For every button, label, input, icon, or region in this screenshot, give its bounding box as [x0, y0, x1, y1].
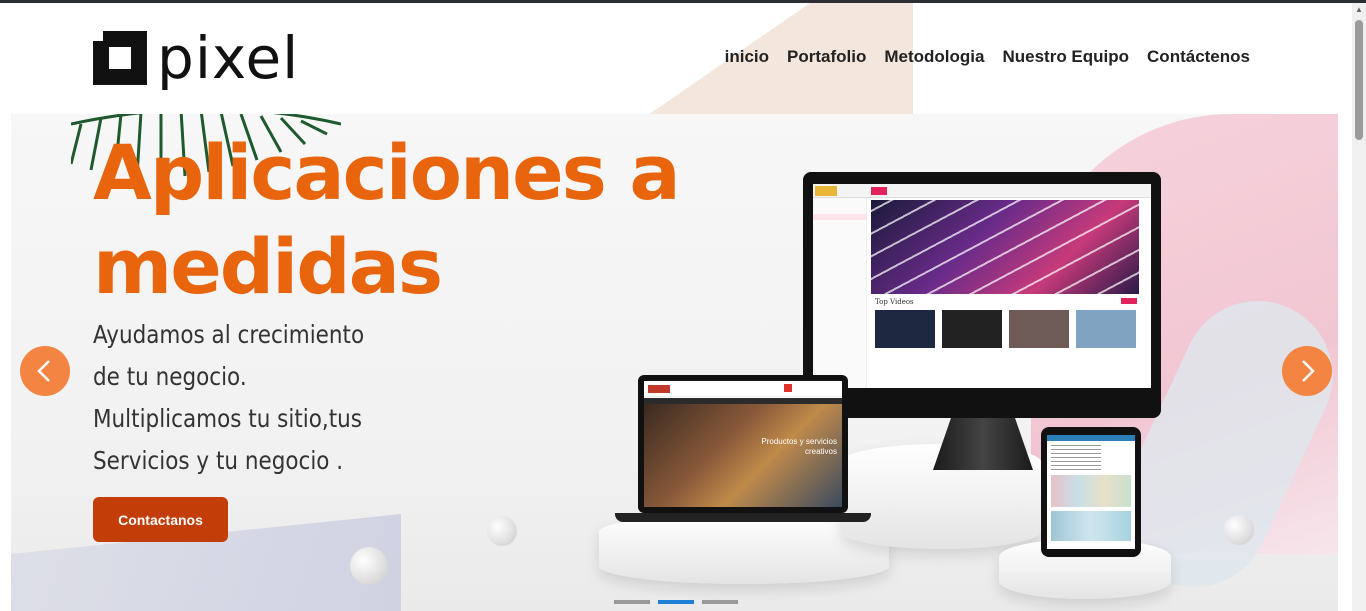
- contact-button[interactable]: Contactanos: [93, 497, 228, 542]
- nav-item-metodologia[interactable]: Metodologia: [884, 47, 984, 67]
- hero-title-line: medidas: [93, 222, 443, 311]
- sphere-decoration: [1224, 515, 1254, 545]
- hero-carousel: Aplicaciones a medidas Ayudamos al creci…: [11, 114, 1338, 611]
- laptop-mockup: Productos y servicios creativos: [638, 375, 848, 513]
- carousel-prev-button[interactable]: [20, 346, 70, 396]
- hero-subtitle-line: Ayudamos al crecimiento: [93, 320, 365, 349]
- carousel-indicator[interactable]: [614, 600, 650, 604]
- tablet-screen-content: [1047, 435, 1135, 549]
- logo[interactable]: pixel: [93, 24, 300, 92]
- carousel-indicator-active[interactable]: [658, 600, 694, 604]
- nav-item-nuestro-equipo[interactable]: Nuestro Equipo: [1002, 47, 1129, 67]
- sphere-decoration: [350, 547, 388, 585]
- laptop-base: [615, 513, 871, 522]
- imac-mockup: Top Videos: [803, 172, 1161, 418]
- scroll-up-icon[interactable]: ▲: [1355, 6, 1363, 14]
- logo-text: pixel: [157, 24, 300, 92]
- logo-icon: [93, 31, 147, 85]
- imac-stand: [933, 418, 1033, 470]
- hero-subtitle-line: de tu negocio.: [93, 362, 247, 391]
- laptop-screen-content: Productos y servicios creativos: [644, 381, 842, 507]
- nav-item-inicio[interactable]: inicio: [725, 47, 769, 67]
- tablet-mockup: [1041, 427, 1141, 557]
- nav-item-portafolio[interactable]: Portafolio: [787, 47, 866, 67]
- main-nav: inicio Portafolio Metodologia Nuestro Eq…: [725, 47, 1250, 67]
- nav-item-contactenos[interactable]: Contáctenos: [1147, 47, 1250, 67]
- carousel-next-button[interactable]: [1282, 346, 1332, 396]
- scrollbar[interactable]: ▲: [1352, 3, 1366, 611]
- hero-title-line: Aplicaciones a: [93, 128, 681, 217]
- hero-title: Aplicaciones a medidas: [93, 126, 681, 314]
- chevron-left-icon: [37, 360, 50, 382]
- hero-subtitle-line: Servicios y tu negocio .: [93, 446, 344, 475]
- chevron-right-icon: [1302, 360, 1315, 382]
- imac-screen-content: Top Videos: [813, 184, 1151, 388]
- site-header: pixel inicio Portafolio Metodologia Nues…: [0, 3, 1352, 113]
- laptop-caption: Productos y servicios creativos: [761, 437, 837, 456]
- imac-section-label: Top Videos: [875, 298, 914, 306]
- carousel-indicator[interactable]: [702, 600, 738, 604]
- sphere-decoration: [487, 516, 517, 546]
- scrollbar-thumb[interactable]: [1355, 20, 1363, 140]
- carousel-indicators: [614, 600, 738, 604]
- hero-subtitle-line: Multiplicamos tu sitio,tus: [93, 404, 362, 433]
- hero-subtitle: Ayudamos al crecimiento de tu negocio. M…: [93, 314, 377, 482]
